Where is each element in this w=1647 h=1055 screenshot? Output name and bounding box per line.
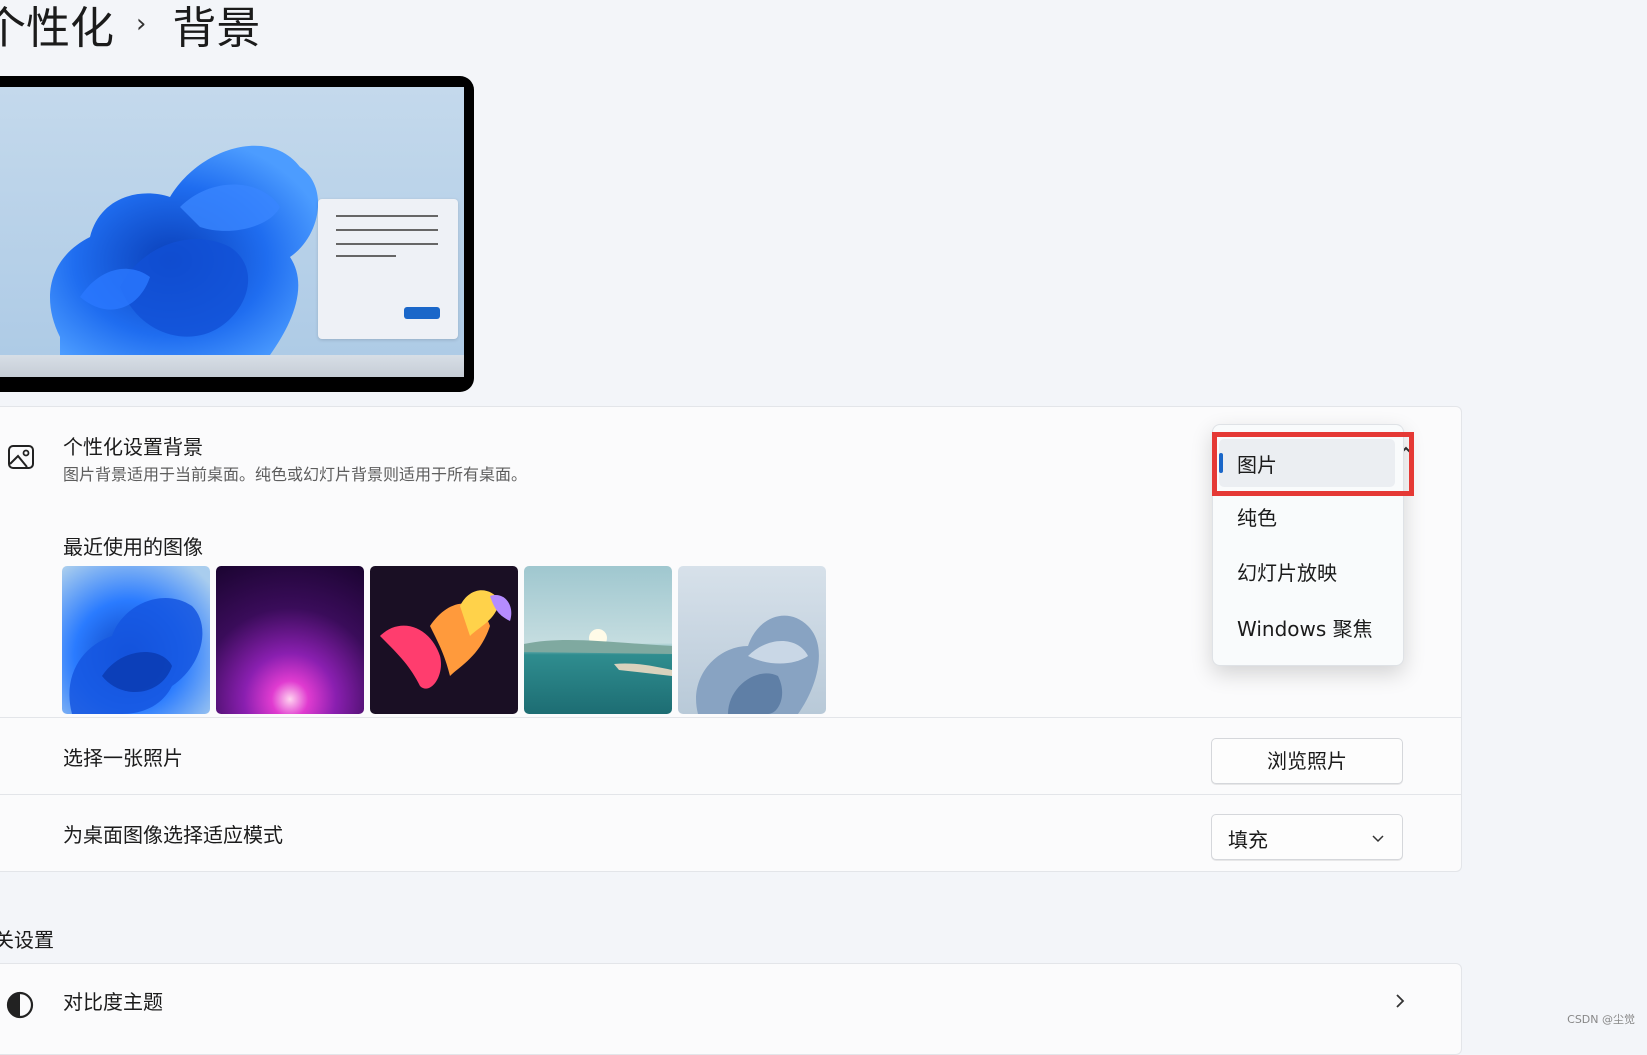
- fit-mode-dropdown[interactable]: 填充: [1211, 814, 1403, 860]
- recent-image-purple-glow[interactable]: [216, 566, 364, 714]
- watermark: CSDN @尘觉: [1567, 1013, 1635, 1026]
- recent-image-colorful-ribbons[interactable]: [370, 566, 518, 714]
- fit-mode-label: 为桌面图像选择适应模式: [63, 823, 283, 847]
- option-label: Windows 聚焦: [1237, 616, 1373, 641]
- breadcrumb: 个性化 › 背景: [0, 0, 260, 56]
- recent-image-lake-sunrise[interactable]: [524, 566, 672, 714]
- option-solid-color[interactable]: 纯色: [1213, 492, 1403, 540]
- related-settings-title: 关设置: [0, 928, 54, 952]
- breadcrumb-parent[interactable]: 个性化: [0, 0, 114, 56]
- page-title: 背景: [172, 3, 261, 54]
- desktop-preview: [0, 76, 474, 392]
- option-label: 幻灯片放映: [1237, 560, 1337, 585]
- breadcrumb-separator: ›: [136, 9, 147, 39]
- fit-mode-value: 填充: [1228, 828, 1268, 852]
- browse-photos-button[interactable]: 浏览照片: [1211, 738, 1403, 784]
- recent-image-bloom-blue[interactable]: [62, 566, 210, 714]
- option-label: 纯色: [1237, 505, 1277, 530]
- chevron-down-icon: [1370, 827, 1386, 851]
- personalize-title: 个性化设置背景: [63, 435, 203, 459]
- option-windows-spotlight[interactable]: Windows 聚焦: [1213, 603, 1403, 651]
- recent-images-title: 最近使用的图像: [63, 535, 203, 559]
- contrast-themes-title: 对比度主题: [63, 990, 163, 1014]
- preview-wallpaper: [0, 87, 464, 355]
- picture-icon: [7, 443, 35, 475]
- option-slideshow[interactable]: 幻灯片放映: [1213, 547, 1403, 595]
- annotation-highlight-box: [1212, 432, 1414, 496]
- preview-taskbar: [0, 355, 464, 377]
- personalize-subtitle: 图片背景适用于当前桌面。纯色或幻灯片背景则适用于所有桌面。: [63, 465, 528, 484]
- recent-image-bloom-pale[interactable]: [678, 566, 826, 714]
- preview-window: [318, 199, 458, 339]
- contrast-icon: [5, 990, 35, 1024]
- chevron-right-icon: [1391, 992, 1409, 1014]
- contrast-themes-row[interactable]: 对比度主题: [0, 963, 1462, 1055]
- choose-photo-label: 选择一张照片: [63, 746, 183, 770]
